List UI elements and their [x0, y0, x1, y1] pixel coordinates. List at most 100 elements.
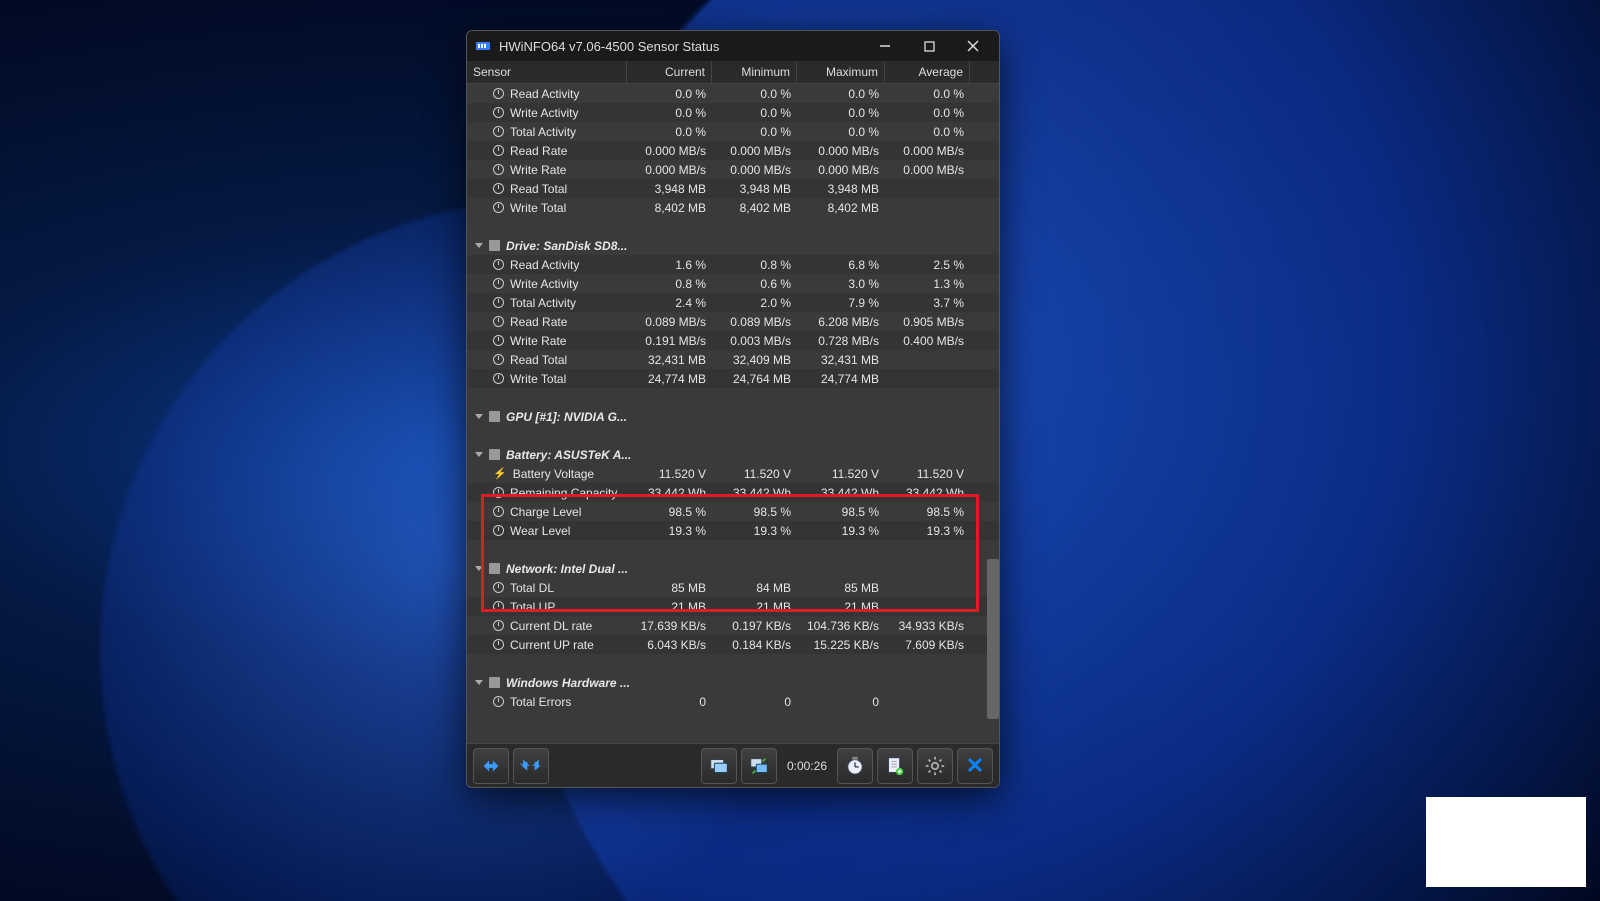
- value-minimum: 0.0 %: [712, 87, 797, 101]
- shared-memory-button[interactable]: [741, 748, 777, 784]
- category-drive-sandisk[interactable]: Drive: SanDisk SD8...: [467, 236, 999, 255]
- sensor-name: Current UP rate: [510, 638, 594, 652]
- window-title: HWiNFO64 v7.06-4500 Sensor Status: [499, 39, 719, 54]
- category-label: Drive: SanDisk SD8...: [506, 239, 627, 253]
- chip-icon: [489, 677, 500, 688]
- value-average: 19.3 %: [885, 524, 970, 538]
- category-label: Network: Intel Dual ...: [506, 562, 628, 576]
- value-current: 1.6 %: [627, 258, 712, 272]
- sensor-row[interactable]: Read Activity0.0 %0.0 %0.0 %0.0 %: [467, 84, 999, 103]
- category-windows-hw[interactable]: Windows Hardware ...: [467, 673, 999, 692]
- clock-icon: [493, 202, 504, 213]
- settings-button[interactable]: [917, 748, 953, 784]
- sensor-name: Read Activity: [510, 258, 579, 272]
- sensor-tree[interactable]: Read Activity0.0 %0.0 %0.0 %0.0 %Write A…: [467, 84, 999, 743]
- expand-button[interactable]: [473, 748, 509, 784]
- close-button[interactable]: [955, 32, 991, 60]
- category-network[interactable]: Network: Intel Dual ...: [467, 559, 999, 578]
- value-maximum: 21 MB: [797, 600, 885, 614]
- value-average: 11.520 V: [885, 467, 970, 481]
- collapse-button[interactable]: [513, 748, 549, 784]
- sensor-row[interactable]: Read Rate0.000 MB/s0.000 MB/s0.000 MB/s0…: [467, 141, 999, 160]
- minimize-button[interactable]: [867, 32, 903, 60]
- sensor-name: Total Errors: [510, 695, 571, 709]
- sensor-row[interactable]: Total Activity2.4 %2.0 %7.9 %3.7 %: [467, 293, 999, 312]
- logging-button[interactable]: [877, 748, 913, 784]
- sensor-row[interactable]: Charge Level98.5 %98.5 %98.5 %98.5 %: [467, 502, 999, 521]
- remote-monitor-button[interactable]: [701, 748, 737, 784]
- col-average[interactable]: Average: [885, 61, 970, 83]
- sensor-row[interactable]: Current DL rate17.639 KB/s0.197 KB/s104.…: [467, 616, 999, 635]
- sensor-row[interactable]: Read Activity1.6 %0.8 %6.8 %2.5 %: [467, 255, 999, 274]
- sensor-name: Remaining Capacity: [510, 486, 617, 500]
- value-maximum: 11.520 V: [797, 467, 885, 481]
- value-current: 85 MB: [627, 581, 712, 595]
- value-average: 98.5 %: [885, 505, 970, 519]
- sensor-row[interactable]: Read Total3,948 MB3,948 MB3,948 MB: [467, 179, 999, 198]
- value-maximum: 24,774 MB: [797, 372, 885, 386]
- sensor-row[interactable]: Write Activity0.0 %0.0 %0.0 %0.0 %: [467, 103, 999, 122]
- vertical-scrollbar[interactable]: [987, 559, 999, 719]
- category-gpu[interactable]: GPU [#1]: NVIDIA G...: [467, 407, 999, 426]
- sensor-row[interactable]: Total DL85 MB84 MB85 MB: [467, 578, 999, 597]
- sensor-name: Total UP: [510, 600, 555, 614]
- sensor-row[interactable]: Read Total32,431 MB32,409 MB32,431 MB: [467, 350, 999, 369]
- sensor-row[interactable]: Current UP rate6.043 KB/s0.184 KB/s15.22…: [467, 635, 999, 654]
- sensor-row[interactable]: Write Total8,402 MB8,402 MB8,402 MB: [467, 198, 999, 217]
- sensor-row[interactable]: Write Activity0.8 %0.6 %3.0 %1.3 %: [467, 274, 999, 293]
- value-average: 0.0 %: [885, 125, 970, 139]
- clock-icon: [493, 354, 504, 365]
- value-current: 2.4 %: [627, 296, 712, 310]
- sensor-row[interactable]: Read Rate0.089 MB/s0.089 MB/s6.208 MB/s0…: [467, 312, 999, 331]
- value-maximum: 19.3 %: [797, 524, 885, 538]
- sensor-row[interactable]: Write Total24,774 MB24,764 MB24,774 MB: [467, 369, 999, 388]
- value-maximum: 3.0 %: [797, 277, 885, 291]
- clock-icon: [493, 601, 504, 612]
- sensor-row[interactable]: ⚡Battery Voltage11.520 V11.520 V11.520 V…: [467, 464, 999, 483]
- sensor-name: Write Total: [510, 372, 566, 386]
- value-minimum: 0.8 %: [712, 258, 797, 272]
- col-minimum[interactable]: Minimum: [712, 61, 797, 83]
- value-average: 0.400 MB/s: [885, 334, 970, 348]
- sensor-row[interactable]: Write Rate0.000 MB/s0.000 MB/s0.000 MB/s…: [467, 160, 999, 179]
- chip-icon: [489, 449, 500, 460]
- value-current: 6.043 KB/s: [627, 638, 712, 652]
- category-battery[interactable]: Battery: ASUSTeK A...: [467, 445, 999, 464]
- value-current: 19.3 %: [627, 524, 712, 538]
- value-current: 0.0 %: [627, 87, 712, 101]
- sensor-row[interactable]: Wear Level19.3 %19.3 %19.3 %19.3 %: [467, 521, 999, 540]
- bolt-icon: ⚡: [493, 467, 507, 480]
- value-minimum: 0.0 %: [712, 106, 797, 120]
- sensor-name: Write Activity: [510, 106, 578, 120]
- value-average: 34.933 KB/s: [885, 619, 970, 633]
- column-headers[interactable]: Sensor Current Minimum Maximum Average: [467, 61, 999, 84]
- sensor-row[interactable]: Write Rate0.191 MB/s0.003 MB/s0.728 MB/s…: [467, 331, 999, 350]
- sensor-row[interactable]: Total Errors000: [467, 692, 999, 711]
- value-minimum: 0.197 KB/s: [712, 619, 797, 633]
- sensor-name: Read Rate: [510, 315, 567, 329]
- value-minimum: 0: [712, 695, 797, 709]
- titlebar[interactable]: HWiNFO64 v7.06-4500 Sensor Status: [467, 31, 999, 61]
- sensor-row[interactable]: Remaining Capacity33.442 Wh33.442 Wh33.4…: [467, 483, 999, 502]
- col-current[interactable]: Current: [627, 61, 712, 83]
- value-minimum: 84 MB: [712, 581, 797, 595]
- category-label: Windows Hardware ...: [506, 676, 630, 690]
- value-minimum: 0.000 MB/s: [712, 163, 797, 177]
- chevron-down-icon: [475, 452, 483, 457]
- value-maximum: 15.225 KB/s: [797, 638, 885, 652]
- value-current: 0.000 MB/s: [627, 163, 712, 177]
- value-current: 0: [627, 695, 712, 709]
- value-maximum: 0.728 MB/s: [797, 334, 885, 348]
- clock-reset-button[interactable]: [837, 748, 873, 784]
- col-maximum[interactable]: Maximum: [797, 61, 885, 83]
- value-maximum: 0.000 MB/s: [797, 144, 885, 158]
- maximize-button[interactable]: [911, 32, 947, 60]
- close-sensors-button[interactable]: ✕: [957, 748, 993, 784]
- sensor-name: Wear Level: [510, 524, 570, 538]
- col-sensor[interactable]: Sensor: [467, 61, 627, 83]
- sensor-row[interactable]: Total Activity0.0 %0.0 %0.0 %0.0 %: [467, 122, 999, 141]
- sensor-row[interactable]: Total UP21 MB21 MB21 MB: [467, 597, 999, 616]
- value-maximum: 7.9 %: [797, 296, 885, 310]
- chevron-down-icon: [475, 414, 483, 419]
- value-minimum: 24,764 MB: [712, 372, 797, 386]
